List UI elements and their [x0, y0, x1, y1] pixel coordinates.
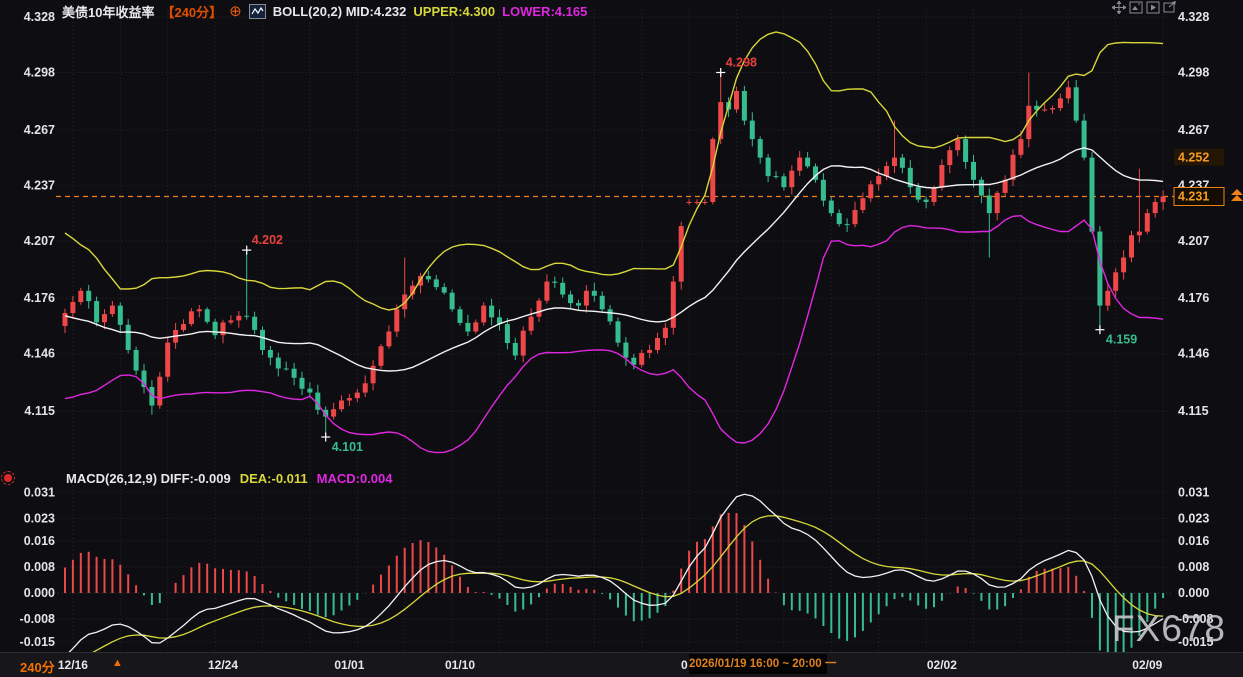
playback-window-icon[interactable]: [1146, 1, 1160, 14]
price-tick-left: 4.328: [24, 10, 55, 24]
timeframe-selector[interactable]: 240分: [20, 657, 55, 676]
marked-level-label: 4.252: [1178, 151, 1209, 165]
extreme-price-label: 4.101: [332, 440, 363, 454]
chart-canvas[interactable]: 4.202 4.101 4.298 4.159 4.328 4.328 4.298 4.29…: [0, 0, 1243, 652]
extreme-price-label: 4.298: [726, 56, 757, 70]
macd-tick-left: 0.016: [24, 534, 55, 548]
right-axis-markers: 4.252 4.231: [1174, 149, 1243, 206]
current-price-label: 4.231: [1178, 190, 1209, 204]
macd-tick-left: 0.008: [24, 560, 55, 574]
price-tick-right: 4.328: [1178, 10, 1209, 24]
macd-tick-right: 0.008: [1178, 560, 1209, 574]
boll-lower-label: LOWER:4.165: [502, 4, 587, 19]
macd-tick-left: -0.008: [20, 612, 55, 626]
watermark: FX678: [1112, 608, 1226, 650]
macd-diff-label: MACD(26,12,9) DIFF:-0.009: [66, 471, 231, 486]
x-tick-label: 12/16: [58, 658, 88, 672]
boll-upper-label: UPPER:4.300: [413, 4, 495, 19]
price-tick-left: 4.115: [24, 404, 55, 418]
chart-header: 美债10年收益率 【240分】 ⊕ BOLL(20,2) MID:4.232 U…: [62, 2, 587, 21]
extreme-price-label: 4.202: [252, 233, 283, 247]
macd-pane-icon[interactable]: [4, 474, 12, 482]
x-tick-label: 01/01: [334, 658, 364, 672]
x-tick-label: 02/02: [927, 658, 957, 672]
price-tick-left: 4.146: [24, 347, 55, 361]
price-tick-right: 4.146: [1178, 347, 1209, 361]
price-tick-right: 4.298: [1178, 66, 1209, 80]
macd-value-label: MACD:0.004: [317, 471, 393, 486]
add-indicator-icon[interactable]: ⊕: [229, 6, 242, 18]
macd-tick-left: 0.000: [24, 586, 55, 600]
price-tick-left: 4.298: [24, 66, 55, 80]
price-tick-right: 4.176: [1178, 291, 1209, 305]
boll-mid-label: BOLL(20,2) MID:4.232: [273, 4, 407, 19]
x-tick-label: 02/09: [1132, 658, 1162, 672]
macd-tick-right: 0.031: [1178, 485, 1209, 499]
candlestick-series: [63, 73, 1166, 438]
fullscreen-window-icon[interactable]: [1129, 1, 1143, 14]
macd-tick-right: 0.000: [1178, 586, 1209, 600]
macd-tick-right: 0.023: [1178, 511, 1209, 525]
crosshair-date-label: 2026/01/19 16:00 ~ 20:00 一: [689, 654, 827, 674]
price-tick-left: 4.267: [24, 123, 55, 137]
macd-dea-label: DEA:-0.011: [240, 471, 308, 486]
macd-tick-left: 0.031: [24, 485, 55, 499]
pan-icon[interactable]: [1112, 1, 1126, 14]
chart-style-icon[interactable]: [249, 4, 266, 19]
x-tick-label: 12/24: [208, 658, 238, 672]
extreme-price-label: 4.159: [1106, 333, 1137, 347]
x-tick-label: 01/10: [445, 658, 475, 672]
bollinger-bands: [65, 32, 1163, 453]
timeframe-tag: 【240分】: [161, 2, 222, 21]
instrument-title: 美债10年收益率: [62, 2, 154, 21]
price-tick-right: 4.267: [1178, 123, 1209, 137]
price-annotations: 4.202 4.101 4.298 4.159: [242, 56, 1137, 455]
time-axis-bar: 240分 ▲ 12/1612/2401/0101/1002/0202/09 0 …: [0, 652, 1243, 677]
chart-application: 4.202 4.101 4.298 4.159 4.328 4.328 4.298 4.29…: [0, 0, 1243, 677]
macd-header: MACD(26,12,9) DIFF:-0.009 DEA:-0.011 MAC…: [66, 471, 393, 486]
chart-toolbar: [1112, 1, 1177, 14]
macd-tick-left: 0.023: [24, 511, 55, 525]
price-tick-right: 4.207: [1178, 234, 1209, 248]
popout-window-icon[interactable]: [1163, 1, 1177, 14]
macd-tick-right: 0.016: [1178, 534, 1209, 548]
price-tick-left: 4.237: [24, 178, 55, 192]
partial-tick-label: 0: [681, 658, 688, 672]
timeframe-arrow-icon[interactable]: ▲: [112, 657, 123, 669]
scroll-to-latest-icon[interactable]: [1231, 189, 1243, 201]
price-tick-right: 4.115: [1178, 404, 1209, 418]
macd-tick-left: -0.015: [20, 635, 55, 649]
price-tick-left: 4.207: [24, 234, 55, 248]
price-tick-left: 4.176: [24, 291, 55, 305]
